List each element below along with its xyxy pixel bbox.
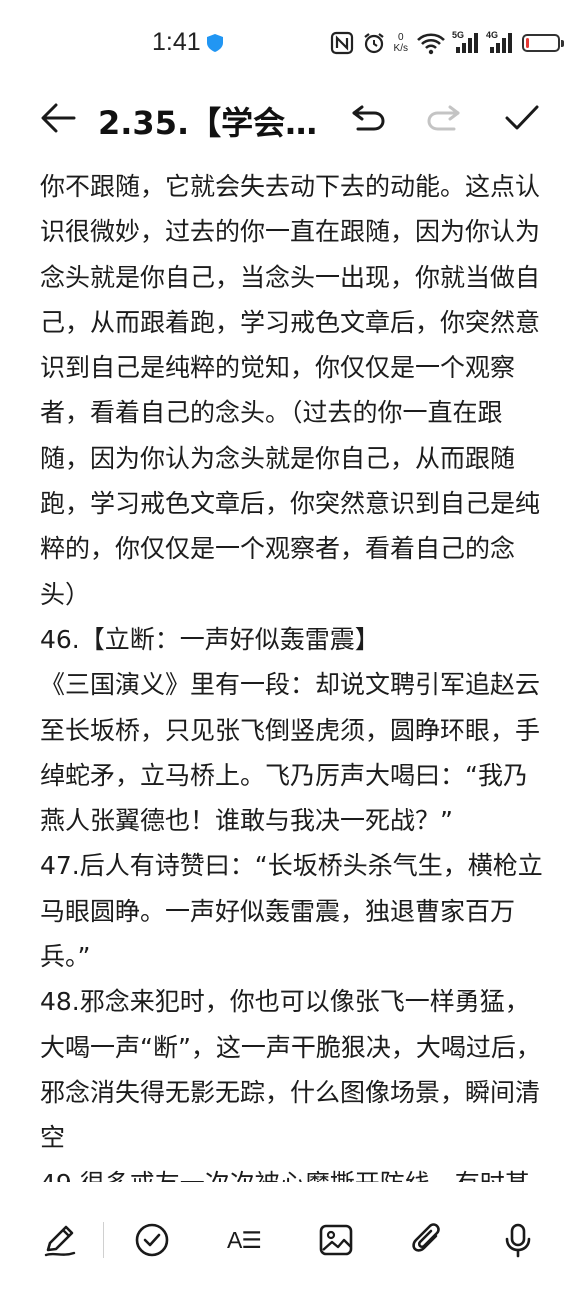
nfc-icon [330, 31, 353, 55]
battery-icon [522, 34, 564, 52]
paragraph: 你不跟随，它就会失去动下去的动能。这点认识很微妙，过去的你一直在跟随，因为你认为… [40, 172, 541, 609]
handwriting-button[interactable] [38, 1218, 82, 1262]
paragraph: 46.【立断：一声好似轰雷震】 [40, 624, 380, 654]
checkbox-icon [135, 1223, 169, 1257]
back-button[interactable] [36, 96, 80, 140]
paragraph: 《三国演义》里有一段：却说文聘引军追赵云至长坂桥，只见张飞倒竖虎须，圆睁环眼，手… [40, 670, 541, 836]
attachment-icon [412, 1223, 440, 1252]
status-bar: 1:41 0 K/s 5G 4G [0, 0, 580, 88]
signal-4g-label: 4G [486, 30, 499, 40]
done-button[interactable] [500, 96, 544, 140]
paragraph: 47.后人有诗赞曰：“长坂桥头杀气生，横枪立马眼圆睁。一声好似轰雷震，独退曹家百… [40, 851, 543, 972]
voice-input-button[interactable] [496, 1218, 540, 1262]
shield-icon [207, 34, 223, 52]
net-speed-value: 0 [397, 32, 404, 43]
toolbar-divider [103, 1222, 104, 1258]
battery-level [526, 38, 529, 48]
alarm-icon [363, 33, 384, 54]
redo-icon [427, 105, 460, 131]
text-format-icon: A☰ [227, 1226, 262, 1253]
note-title[interactable]: 2.35.【学会… [98, 98, 317, 144]
checklist-button[interactable] [130, 1218, 174, 1262]
undo-button[interactable] [346, 96, 390, 140]
wifi-icon [417, 33, 445, 55]
signal-5g: 5G [452, 30, 480, 55]
pen-icon [44, 1225, 76, 1257]
toolbar: 2.35.【学会… [0, 88, 580, 148]
back-arrow-icon [41, 103, 76, 133]
text-format-button[interactable]: A☰ [222, 1218, 266, 1262]
note-body[interactable]: 你不跟随，它就会失去动下去的动能。这点认识很微妙，过去的你一直在跟随，因为你认为… [40, 164, 550, 1182]
undo-icon [352, 105, 385, 131]
status-time: 1:41 [152, 28, 201, 56]
insert-image-button[interactable] [314, 1218, 358, 1262]
net-speed-unit: K/s [393, 43, 408, 54]
signal-5g-label: 5G [452, 30, 465, 40]
attachment-button[interactable] [406, 1218, 450, 1262]
paragraph: 49.很多戒友一次次被心魔撕开防线，有时甚 [40, 1161, 550, 1182]
paragraph: 48.邪念来犯时，你也可以像张飞一样勇猛，大喝一声“断”，这一声干脆狠决，大喝过… [40, 987, 541, 1153]
redo-button[interactable] [422, 96, 466, 140]
check-icon [505, 105, 539, 130]
microphone-icon [505, 1223, 531, 1258]
image-icon [319, 1224, 353, 1256]
net-speed: 0 K/s [394, 32, 408, 54]
editor-bottom-bar: A☰ [0, 1200, 580, 1280]
signal-4g: 4G [486, 30, 514, 55]
